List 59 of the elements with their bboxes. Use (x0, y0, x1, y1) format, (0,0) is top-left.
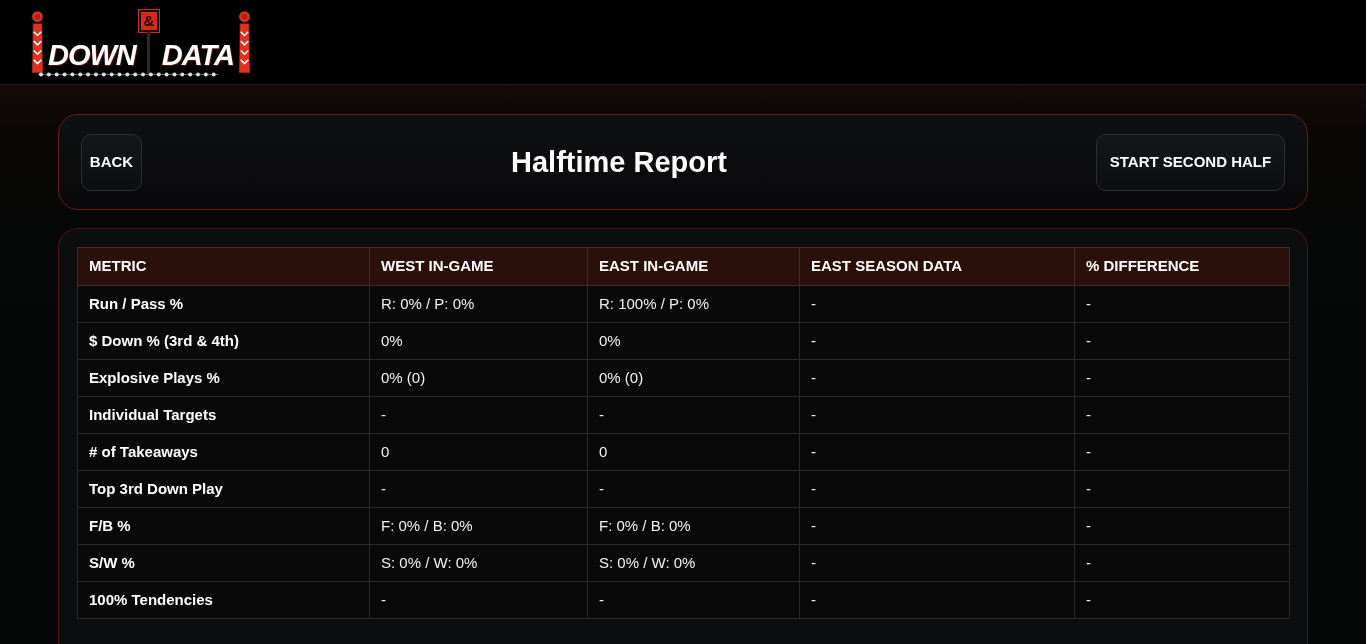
metric-cell: Individual Targets (77, 396, 370, 434)
column-header: EAST SEASON DATA (799, 247, 1075, 286)
table-cell: F: 0% / B: 0% (369, 507, 588, 545)
table-cell: - (587, 581, 800, 619)
table-cell: - (799, 396, 1075, 434)
table-cell: - (799, 544, 1075, 582)
metric-cell: $ Down % (3rd & 4th) (77, 322, 370, 360)
table-cell: - (799, 359, 1075, 397)
ampersand-sign: & (138, 10, 159, 32)
back-button[interactable]: BACK (81, 133, 142, 191)
metric-cell: S/W % (77, 544, 370, 582)
table-cell: - (799, 470, 1075, 508)
table-cell: - (1074, 470, 1290, 508)
table-cell: - (1074, 544, 1290, 582)
table-cell: S: 0% / W: 0% (587, 544, 800, 582)
table-cell: - (799, 507, 1075, 545)
table-cell: 0 (587, 433, 800, 471)
metric-cell: # of Takeaways (77, 433, 370, 471)
table-cell: R: 0% / P: 0% (369, 285, 588, 323)
metric-cell: Top 3rd Down Play (77, 470, 370, 508)
pylon-icon (237, 10, 253, 76)
table-cell: - (799, 581, 1075, 619)
table-cell: - (587, 470, 800, 508)
table-cell: 0% (587, 322, 800, 360)
table-cell: R: 100% / P: 0% (587, 285, 800, 323)
metric-cell: Explosive Plays % (77, 359, 370, 397)
table-cell: - (1074, 322, 1290, 360)
table-cell: - (369, 396, 588, 434)
table-cell: - (1074, 396, 1290, 434)
table-cell: 0% (0) (587, 359, 800, 397)
table-cell: - (799, 433, 1075, 471)
table-cell: - (1074, 359, 1290, 397)
table-cell: - (799, 285, 1075, 323)
table-cell: - (1074, 433, 1290, 471)
logo-word: DOWN (48, 41, 136, 70)
logo-word: DATA (161, 41, 235, 70)
sign-pole (147, 32, 151, 76)
page-title: Halftime Report (511, 147, 727, 177)
table-cell: - (369, 581, 588, 619)
table-cell: - (369, 470, 588, 508)
table-cell: 0% (369, 322, 588, 360)
table-cell: 0 (369, 433, 588, 471)
table-cell: S: 0% / W: 0% (369, 544, 588, 582)
start-second-half-button[interactable]: START SECOND HALF (1096, 133, 1285, 191)
table-cell: - (1074, 285, 1290, 323)
table-cell: - (1074, 581, 1290, 619)
table-cell: - (587, 396, 800, 434)
metric-cell: Run / Pass % (77, 285, 370, 323)
column-header: % DIFFERENCE (1074, 247, 1290, 286)
column-header: WEST IN-GAME (369, 247, 588, 286)
table-cell: 0% (0) (369, 359, 588, 397)
metric-cell: F/B % (77, 507, 370, 545)
table-cell: - (1074, 507, 1290, 545)
table-cell: - (799, 322, 1075, 360)
pylon-icon (30, 10, 45, 76)
column-header: EAST IN-GAME (587, 247, 800, 286)
metric-cell: 100% Tendencies (77, 581, 370, 619)
table-cell: F: 0% / B: 0% (587, 507, 800, 545)
column-header: METRIC (77, 247, 370, 286)
